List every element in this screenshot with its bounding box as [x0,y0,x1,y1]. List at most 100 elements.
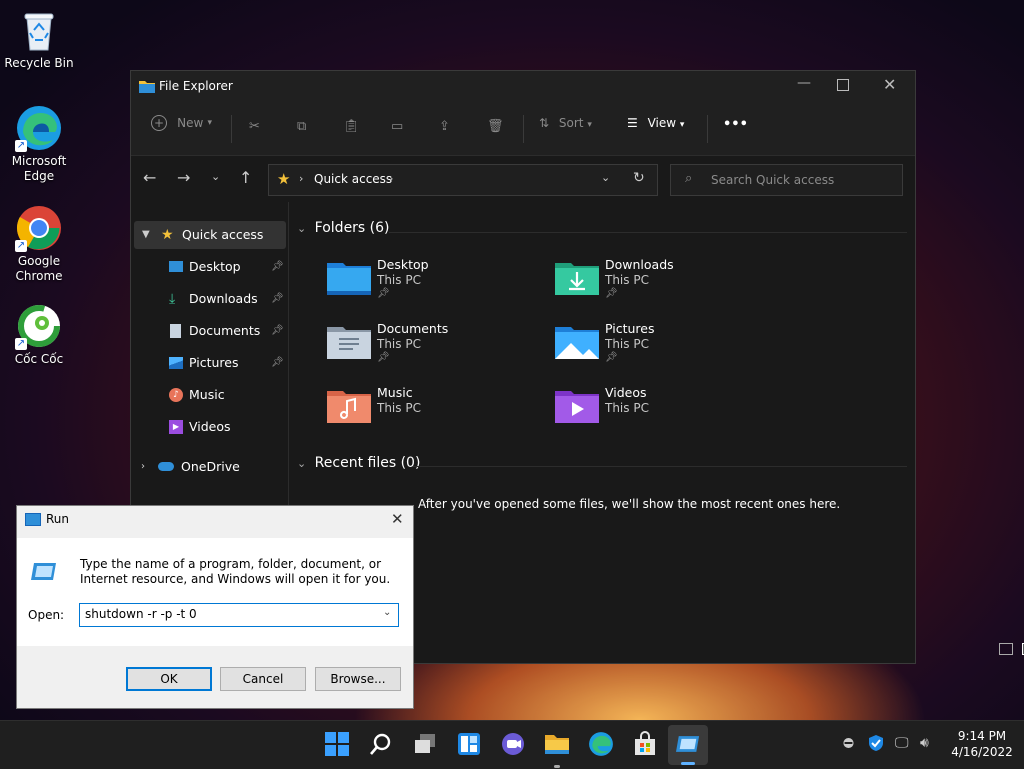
pin-icon: 📌︎ [271,325,284,336]
close-button[interactable]: ✕ [391,510,404,528]
search-box[interactable]: ⌕ Search Quick access [670,164,903,196]
explorer-titlebar[interactable]: File Explorer — ✕ [131,71,915,103]
divider [707,115,708,143]
video-icon: ▶ [169,420,183,434]
maximize-button[interactable] [837,79,849,91]
nav-item-pictures[interactable]: Pictures 📌︎ [131,349,286,377]
edge-icon: ↗ [15,104,63,152]
rename-icon[interactable]: ▭ [391,119,403,134]
folder-tile-desktop[interactable]: Desktop This PC 📌︎ [327,255,547,311]
nav-label: Pictures [189,355,239,370]
up-button[interactable]: ↑ [239,168,252,187]
open-combobox[interactable]: shutdown -r -p -t 0 ⌄ [79,603,399,627]
network-disconnected-icon[interactable]: ⛔︎ [843,736,854,751]
chrome-icon: ↗ [15,204,63,252]
widgets-icon[interactable] [456,731,484,759]
star-icon: ★ [277,170,291,188]
minimize-button[interactable]: — [793,75,815,91]
ok-button[interactable]: OK [126,667,212,691]
folder-location: This PC [605,401,649,415]
plus-circle-icon: + [151,115,167,131]
folder-tile-videos[interactable]: Videos This PC [555,383,775,439]
nav-item-downloads[interactable]: ⤓ Downloads 📌︎ [131,285,286,313]
desktop-icon-coccoc[interactable]: ↗ Cốc Cốc [0,302,78,367]
recent-section-header[interactable]: ⌄ Recent files (0) [297,455,420,471]
share-icon[interactable]: ⇪ [439,119,450,134]
nav-quick-access[interactable]: ▼ ★ Quick access [134,221,286,249]
address-bar[interactable]: ★ › Quick access › ⌄ ↻ [268,164,658,196]
more-options-button[interactable]: ••• [723,117,748,132]
desktop-icon-chrome[interactable]: ↗ Google Chrome [0,204,78,284]
pin-icon: 📌︎ [377,288,390,299]
folder-location: This PC [377,273,421,287]
view-button[interactable]: ☰ View ▾ [627,116,684,130]
display-icon[interactable]: 🖵︎ [895,735,909,751]
breadcrumb-quick-access[interactable]: Quick access [314,172,392,186]
nav-label: Downloads [189,291,258,306]
paste-icon[interactable]: 📋︎ [343,119,360,134]
nav-label: Videos [189,419,231,434]
folder-icon [139,80,155,93]
close-button[interactable]: ✕ [883,75,896,94]
desktop-icon-recycle-bin[interactable]: Recycle Bin [0,6,78,71]
folders-section-header[interactable]: ⌄ Folders (6) [297,220,390,236]
shortcut-arrow-icon: ↗ [15,140,27,152]
command-bar: + New ▾ ✂ ⧉ 📋︎ ▭ ⇪ 🗑︎ ⇅ Sort ▾ ☰ View ▾ … [131,103,915,156]
recent-locations-button[interactable]: ⌄ [211,170,220,183]
back-button[interactable]: ← [143,168,156,187]
nav-item-documents[interactable]: Documents 📌︎ [131,317,286,345]
copy-icon[interactable]: ⧉ [297,119,306,134]
folder-tile-music[interactable]: Music This PC [327,383,547,439]
pin-icon: 📌︎ [605,352,618,363]
nav-onedrive[interactable]: › OneDrive [131,453,286,481]
sort-icon: ⇅ [539,116,550,130]
nav-item-music[interactable]: ♪ Music [131,381,286,409]
download-arrow-icon: ⤓ [169,291,176,307]
chevron-down-icon[interactable]: ⌄ [383,607,391,618]
pin-icon: 📌︎ [605,288,618,299]
folder-location: This PC [605,273,649,287]
clock[interactable]: 9:14 PM 4/16/2022 [944,729,1020,759]
sort-label: Sort [558,116,584,130]
address-dropdown-icon[interactable]: ⌄ [601,171,610,184]
command-input[interactable]: shutdown -r -p -t 0 [85,607,197,621]
forward-button[interactable]: → [177,168,190,187]
security-shield-icon[interactable] [868,734,884,755]
refresh-icon[interactable]: ↻ [633,170,645,186]
store-icon[interactable] [632,731,660,759]
folder-name: Downloads [605,257,674,272]
delete-icon[interactable]: 🗑︎ [487,119,504,134]
sort-button[interactable]: ⇅ Sort ▾ [539,116,592,130]
search-icon[interactable] [368,731,396,759]
folder-tile-documents[interactable]: Documents This PC 📌︎ [327,319,547,375]
pin-icon: 📌︎ [377,352,390,363]
cancel-button[interactable]: Cancel [220,667,306,691]
start-icon[interactable] [324,731,352,759]
nav-label: Music [189,387,225,402]
volume-icon[interactable]: 🔊︎ [920,735,929,751]
edge-icon[interactable] [588,731,616,759]
nav-item-desktop[interactable]: Desktop 📌︎ [131,253,286,281]
clock-time: 9:14 PM [957,729,1007,743]
chevron-down-icon: ⌄ [297,457,307,470]
new-button[interactable]: + New ▾ [151,115,212,131]
document-icon [170,324,181,338]
folder-name: Videos [605,385,647,400]
folder-tile-downloads[interactable]: Downloads This PC 📌︎ [555,255,775,311]
chat-icon[interactable] [500,731,528,759]
star-icon: ★ [161,227,174,243]
nav-item-videos[interactable]: ▶ Videos [131,413,286,441]
task-view-icon[interactable] [412,731,440,759]
cut-icon[interactable]: ✂ [249,119,260,134]
recent-empty-message: After you've opened some files, we'll sh… [418,497,841,511]
details-view-icon[interactable] [999,643,1013,655]
browse-button[interactable]: Browse... [315,667,401,691]
run-body [17,538,413,646]
pin-icon: 📌︎ [271,357,284,368]
desktop-icon-edge[interactable]: ↗ Microsoft Edge [0,104,78,184]
folder-location: This PC [377,401,421,415]
file-explorer-taskbar-icon[interactable] [544,731,572,759]
run-taskbar-button[interactable] [668,725,708,765]
folder-tile-pictures[interactable]: Pictures This PC 📌︎ [555,319,775,375]
chevron-down-icon: ▾ [207,118,212,128]
